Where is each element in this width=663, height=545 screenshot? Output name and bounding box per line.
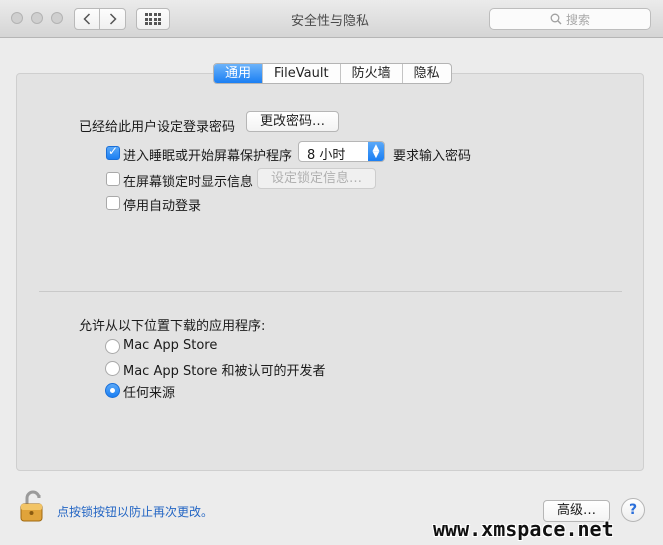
tab-privacy[interactable]: 隐私 [401,64,451,83]
downloads-heading: 允许从以下位置下载的应用程序: [79,319,266,334]
general-panel: 已经给此用户设定登录密码 更改密码… 进入睡眠或开始屏幕保护程序 8 小时 ▲▼… [16,73,644,471]
show-all-button[interactable] [136,8,170,30]
radio-identified-developers[interactable] [105,361,120,376]
chevron-right-icon [109,13,117,25]
forward-button[interactable] [100,8,126,30]
window-title: 安全性与隐私 [290,14,369,29]
back-button[interactable] [74,8,100,30]
chevron-updown-icon: ▲ ▼ [368,142,384,161]
radio-anywhere[interactable] [105,383,120,398]
tab-filevault[interactable]: FileVault [262,64,340,83]
tab-general[interactable]: 通用 [214,64,263,83]
chevron-left-icon [83,13,91,25]
grid-icon [144,13,162,25]
require-password-suffix: 要求输入密码 [393,149,472,164]
search-field[interactable]: 搜索 [489,8,651,30]
minimize-window-button[interactable] [31,12,43,24]
lock-icon[interactable] [18,489,48,523]
password-delay-value: 8 小时 [307,148,346,162]
radio-identified-developers-label: Mac App Store 和被认可的开发者 [123,364,326,379]
search-placeholder: 搜索 [565,12,590,27]
lock-instruction-link[interactable]: 点按锁按钮以防止再次更改。 [57,503,213,520]
disable-autologin-label: 停用自动登录 [123,199,202,214]
close-window-button[interactable] [11,12,23,24]
help-button[interactable]: ? [621,498,645,522]
search-icon [550,13,562,25]
radio-mac-app-store-label: Mac App Store [123,338,218,353]
zoom-window-button[interactable] [51,12,63,24]
radio-mac-app-store[interactable] [105,339,120,354]
password-set-label: 已经给此用户设定登录密码 [79,120,236,135]
lock-message-label: 在屏幕锁定时显示信息 [123,175,254,190]
radio-anywhere-label: 任何来源 [123,386,176,401]
watermark: www.xmspace.net [433,517,614,541]
tab-bar: 通用 FileVault 防火墙 隐私 [213,63,452,84]
set-lock-message-button[interactable]: 设定锁定信息… [257,168,376,189]
change-password-button[interactable]: 更改密码… [246,111,339,132]
lock-message-checkbox[interactable] [106,172,120,186]
title-bar: 安全性与隐私 搜索 [0,0,663,38]
require-password-checkbox[interactable] [106,144,120,160]
section-divider [39,291,622,292]
require-password-label: 进入睡眠或开始屏幕保护程序 [123,149,293,164]
password-delay-select[interactable]: 8 小时 ▲ ▼ [298,141,385,162]
disable-autologin-checkbox[interactable] [106,196,120,210]
tab-firewall[interactable]: 防火墙 [339,64,402,83]
